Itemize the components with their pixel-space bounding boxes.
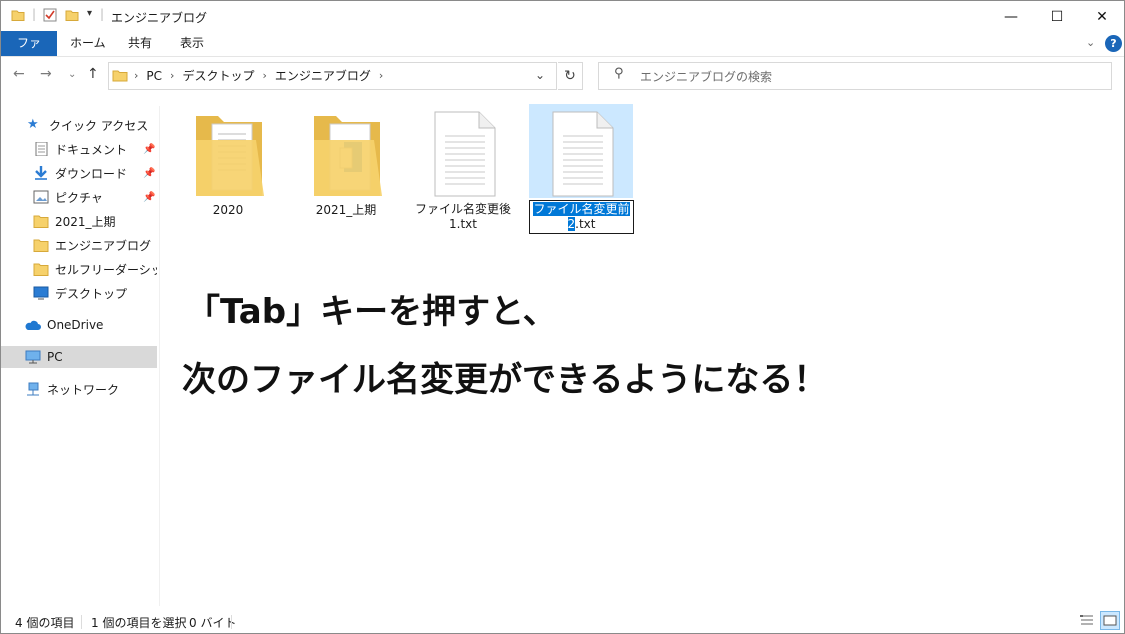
- sidebar-item-2021-first-half[interactable]: 2021_上期: [1, 210, 157, 232]
- tab-home[interactable]: ホーム: [58, 31, 118, 56]
- file-item-folder-2021[interactable]: 2021_上期: [294, 106, 398, 218]
- new-folder-icon[interactable]: [65, 8, 79, 22]
- folder-icon: [33, 239, 49, 252]
- sidebar-item-self-leadership[interactable]: セルフリーダーシップ研修: [1, 258, 157, 280]
- tab-view[interactable]: 表示: [168, 31, 216, 56]
- folder-icon: [112, 70, 128, 82]
- close-button[interactable]: ✕: [1079, 2, 1125, 32]
- large-icons-view-icon: [1103, 615, 1117, 626]
- breadcrumb-desktop[interactable]: デスクトップ: [182, 67, 254, 84]
- sidebar-item-pictures[interactable]: ピクチャ 📌: [1, 186, 157, 208]
- pc-icon: [25, 350, 41, 364]
- folder-icon: [196, 116, 264, 196]
- details-view-icon[interactable]: [1079, 613, 1095, 629]
- file-item-text-after[interactable]: ファイル名変更後 1.txt: [411, 106, 515, 232]
- address-dropdown-icon[interactable]: ⌄: [535, 68, 545, 82]
- rename-extension: .txt: [575, 217, 596, 231]
- sidebar-item-downloads[interactable]: ダウンロード 📌: [1, 162, 157, 184]
- breadcrumb-pc[interactable]: PC: [146, 69, 162, 83]
- network-icon: [27, 382, 39, 396]
- maximize-button[interactable]: ☐: [1034, 2, 1080, 32]
- minimize-button[interactable]: —: [988, 2, 1034, 32]
- window-frame: [0, 0, 1125, 634]
- expand-ribbon-icon[interactable]: ⌄: [1086, 36, 1095, 49]
- download-icon: [35, 166, 47, 180]
- file-name: 2021_上期: [315, 203, 377, 217]
- desktop-icon: [33, 286, 49, 300]
- file-name: 2020: [212, 203, 244, 217]
- title-bar: | ▾ | エンジニアブログ — ☐ ✕: [1, 1, 1124, 31]
- properties-icon[interactable]: [43, 8, 57, 22]
- file-item-text-before-selected[interactable]: [529, 104, 633, 198]
- folder-icon: [33, 215, 49, 228]
- pin-icon[interactable]: 📌: [143, 168, 155, 179]
- text-file-icon: [434, 111, 496, 197]
- sidebar-item-network[interactable]: ネットワーク: [1, 378, 157, 400]
- folder-icon: [11, 10, 25, 21]
- sidebar-item-quick-access[interactable]: ★ クイック アクセス: [1, 114, 157, 136]
- status-selected-count: 1 個の項目を選択: [91, 616, 187, 630]
- sidebar-item-engineer-blog[interactable]: エンジニアブログ: [1, 234, 157, 256]
- file-name-line2: 1.txt: [449, 217, 477, 231]
- file-item-folder-2020[interactable]: 2020: [176, 106, 280, 218]
- pin-icon[interactable]: 📌: [143, 192, 155, 203]
- document-icon: [35, 142, 48, 156]
- tab-share[interactable]: 共有: [116, 31, 164, 56]
- window-title: エンジニアブログ: [111, 11, 208, 25]
- annotation-line-1: 「Tab」キーを押すと、: [186, 292, 557, 332]
- forward-arrow-icon[interactable]: →: [40, 66, 52, 82]
- rename-selected-text: ファイル名変更前: [533, 202, 630, 216]
- folder-icon: [314, 116, 382, 196]
- tab-file[interactable]: ファイル: [1, 31, 57, 75]
- sidebar-item-onedrive[interactable]: OneDrive: [1, 314, 157, 336]
- folder-icon: [33, 263, 49, 276]
- annotation-line-2: 次のファイル名変更ができるようになる！: [182, 360, 828, 400]
- text-file-icon: [552, 111, 614, 197]
- search-placeholder: エンジニアブログの検索: [640, 70, 773, 84]
- sidebar-item-desktop[interactable]: デスクトップ: [1, 282, 157, 304]
- cloud-icon: [25, 320, 41, 330]
- picture-icon: [33, 190, 49, 204]
- help-icon[interactable]: ?: [1105, 35, 1122, 52]
- breadcrumb-engineer-blog[interactable]: エンジニアブログ: [275, 67, 371, 84]
- recent-locations-icon[interactable]: ⌄: [68, 69, 76, 80]
- large-icons-view-button[interactable]: [1100, 611, 1120, 630]
- search-icon: ⚲: [614, 66, 624, 81]
- status-size: 0 バイト: [189, 616, 237, 630]
- status-bar: 4 個の項目 1 個の項目を選択 0 バイト: [1, 610, 1124, 632]
- refresh-icon[interactable]: ↻: [558, 62, 583, 90]
- pin-icon[interactable]: 📌: [143, 144, 155, 155]
- ribbon-tabs: ファイル ホーム 共有 表示 ⌄ ?: [1, 31, 1124, 75]
- navigation-pane: ★ クイック アクセス ドキュメント 📌 ダウンロード 📌 ピクチャ 📌 202…: [1, 106, 160, 606]
- sidebar-item-documents[interactable]: ドキュメント 📌: [1, 138, 157, 160]
- file-name-line1: ファイル名変更後: [414, 202, 511, 216]
- rename-input[interactable]: ファイル名変更前 2.txt: [529, 200, 634, 234]
- up-arrow-icon[interactable]: ↑: [87, 66, 99, 82]
- breadcrumb: › PC › デスクトップ › エンジニアブログ ›: [134, 67, 384, 84]
- customize-toolbar-icon[interactable]: ▾: [87, 8, 92, 19]
- rename-cursor-char: 2: [567, 217, 576, 231]
- back-arrow-icon[interactable]: ←: [13, 66, 25, 82]
- star-icon: ★: [27, 117, 39, 132]
- sidebar-item-pc[interactable]: PC: [1, 346, 157, 368]
- status-item-count: 4 個の項目: [15, 616, 75, 630]
